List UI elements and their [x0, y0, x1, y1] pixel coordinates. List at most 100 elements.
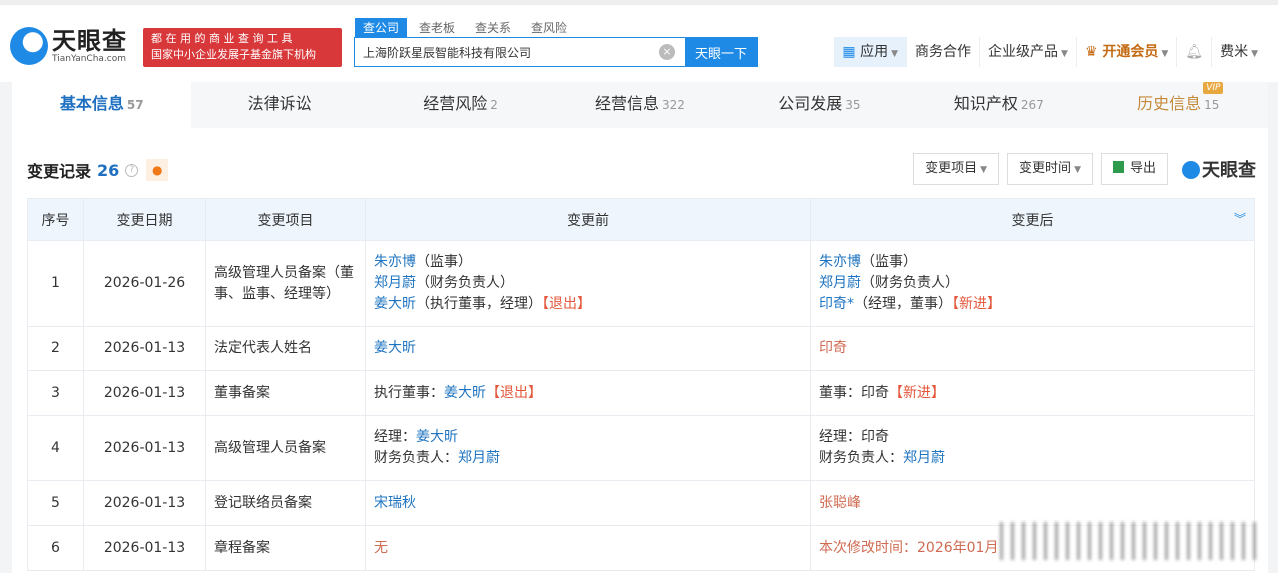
- cell-line: 经理：姜大昕: [374, 427, 802, 448]
- tab-label: 基本信息: [59, 94, 124, 113]
- change-record-table: 序号 变更日期 变更项目 变更前 变更后 ︾ 1 2026-01-26 高级管理人…: [27, 198, 1255, 571]
- person-link[interactable]: 姜大昕: [374, 340, 416, 356]
- search-tab-boss[interactable]: 查老板: [411, 18, 463, 37]
- cell-text: （财务负责人）: [861, 275, 959, 291]
- enterprise-products-menu[interactable]: 企业级产品 ▼: [979, 37, 1076, 67]
- cell-text: （财务负责人）: [416, 275, 514, 291]
- record-count: 26: [97, 160, 120, 180]
- cell-line: 姜大昕（执行董事，经理）【退出】: [374, 294, 802, 315]
- cell-text: 董事：印奇: [819, 384, 889, 401]
- logo-domain: TianYanCha.com: [52, 54, 127, 64]
- cell-text: 经理：印奇: [819, 429, 889, 445]
- person-link[interactable]: 朱亦博: [374, 254, 416, 270]
- tab-2[interactable]: 经营风险 2: [371, 82, 550, 128]
- expand-icon[interactable]: ︾: [1234, 210, 1246, 227]
- tianyancha-logo[interactable]: 天眼查 TianYanCha.com: [10, 27, 127, 65]
- toolbar: 变更项目 ▼ 变更时间 ▼ 导出 天眼查: [913, 153, 1256, 185]
- tab-count: 57: [126, 98, 144, 112]
- cell-text: 印奇: [819, 340, 847, 356]
- cell-no: 6: [27, 525, 84, 571]
- cell-after: 经理：印奇财务负责人：郑月蔚: [810, 415, 1255, 481]
- cell-date: 2026-01-13: [83, 480, 206, 526]
- search-type-tabs: 查公司 查老板 查关系 查风险: [355, 18, 579, 37]
- tab-6[interactable]: 历史信息 15 VIP: [1089, 82, 1268, 128]
- export-button[interactable]: 导出: [1100, 153, 1168, 185]
- person-link[interactable]: 姜大昕: [416, 429, 458, 445]
- section-header: 变更记录 26 ? ●: [27, 158, 169, 182]
- ad-banner[interactable]: 都 在 用 的 商 业 查 询 工 具国家中小企业发展子基金旗下机构: [143, 28, 342, 67]
- brand-watermark: 天眼查: [1182, 156, 1256, 182]
- search-tab-company[interactable]: 查公司: [355, 18, 408, 37]
- person-link[interactable]: 郑月蔚: [458, 450, 500, 466]
- grid-icon: ▦: [842, 44, 861, 60]
- enterprise-label: 企业级产品: [988, 44, 1059, 60]
- person-link[interactable]: 郑月蔚: [903, 450, 945, 466]
- apps-menu[interactable]: ▦ 应用 ▼: [834, 37, 907, 67]
- tab-0[interactable]: 基本信息 57: [12, 82, 192, 128]
- cell-no: 4: [27, 415, 84, 481]
- cell-text: （监事）: [861, 254, 917, 270]
- bell-icon[interactable]: 🔔︎: [1176, 37, 1211, 67]
- filter-change-time[interactable]: 变更时间 ▼: [1007, 153, 1093, 185]
- cell-text: 本次修改时间：2026年01月: [819, 539, 999, 556]
- clear-icon[interactable]: ×: [659, 44, 675, 60]
- ad-line1: 都 在 用 的 商 业 查 询 工 具: [151, 32, 293, 45]
- person-link[interactable]: 姜大昕: [444, 385, 486, 401]
- table-header: 序号 变更日期 变更项目 变更前 变更后 ︾: [27, 198, 1255, 241]
- search-tab-relation[interactable]: 查关系: [467, 18, 519, 37]
- cell-text: 财务负责人：: [819, 450, 903, 466]
- cell-no: 1: [27, 240, 84, 327]
- cell-item: 高级管理人员备案（董事、监事、经理等）: [205, 240, 366, 327]
- filter-change-item[interactable]: 变更项目 ▼: [913, 153, 1000, 185]
- person-link[interactable]: 郑月蔚: [819, 275, 861, 291]
- cell-item: 高级管理人员备案: [205, 415, 366, 481]
- search-button[interactable]: 天眼一下: [685, 38, 757, 66]
- vip-menu[interactable]: ♛ 开通会员 ▼: [1075, 37, 1176, 67]
- cell-item: 法定代表人姓名: [205, 326, 366, 371]
- cell-no: 2: [27, 326, 84, 371]
- help-icon[interactable]: ?: [125, 163, 139, 177]
- tab-4[interactable]: 公司发展 35: [730, 82, 909, 128]
- person-link[interactable]: 印奇*: [819, 296, 854, 312]
- filter-item-label: 变更项目: [925, 161, 978, 176]
- tab-3[interactable]: 经营信息 322: [550, 82, 729, 128]
- business-cooperation-link[interactable]: 商务合作: [906, 37, 979, 67]
- cell-line: 财务负责人：郑月蔚: [819, 448, 1246, 469]
- cell-text: （执行董事，经理）: [416, 296, 542, 312]
- search-tab-risk[interactable]: 查风险: [523, 18, 575, 37]
- caret-down-icon: ▼: [1061, 49, 1068, 59]
- logo-text: 天眼查: [52, 27, 127, 55]
- tab-5[interactable]: 知识产权 267: [909, 82, 1088, 128]
- person-link[interactable]: 姜大昕: [374, 296, 416, 312]
- cell-after: 董事：印奇【新进】: [810, 370, 1255, 416]
- search-input[interactable]: [355, 38, 649, 66]
- cell-after: 张聪峰: [810, 480, 1255, 526]
- tab-count: 15: [1204, 98, 1220, 112]
- person-link[interactable]: 朱亦博: [819, 254, 861, 270]
- cell-after: 印奇: [810, 326, 1255, 371]
- table-row: 1 2026-01-26 高级管理人员备案（董事、监事、经理等） 朱亦博（监事）…: [27, 240, 1255, 327]
- excel-icon: [1112, 161, 1124, 173]
- change-record-panel: 变更记录 26 ? ● 变更项目 ▼ 变更时间 ▼ 导出 天眼查 序号 变更日期 变…: [12, 128, 1268, 573]
- tab-count: 267: [1020, 98, 1044, 112]
- logo-icon: [1182, 161, 1200, 179]
- cell-line: 郑月蔚（财务负责人）: [819, 273, 1246, 294]
- cell-line: 财务负责人：郑月蔚: [374, 448, 802, 469]
- brand-text: 天眼查: [1202, 160, 1256, 181]
- tab-label: 知识产权: [953, 94, 1018, 113]
- col-item: 变更项目: [205, 198, 366, 241]
- person-link[interactable]: 宋瑞秋: [374, 495, 416, 511]
- cell-before: 无: [365, 525, 811, 571]
- person-link[interactable]: 郑月蔚: [374, 275, 416, 291]
- monitor-bell-icon[interactable]: ●: [146, 159, 169, 181]
- tab-count: 322: [662, 98, 685, 112]
- cell-text: 张聪峰: [819, 494, 861, 511]
- cell-line: 宋瑞秋: [374, 493, 802, 514]
- caret-down-icon: ▼: [1161, 49, 1169, 59]
- user-menu[interactable]: 费米 ▼: [1211, 37, 1266, 67]
- cell-line: 张聪峰: [819, 493, 1246, 514]
- cell-date: 2026-01-13: [83, 326, 206, 371]
- caret-down-icon: ▼: [1251, 49, 1258, 59]
- vip-badge: VIP: [1203, 82, 1224, 94]
- tab-1[interactable]: 法律诉讼: [191, 82, 370, 128]
